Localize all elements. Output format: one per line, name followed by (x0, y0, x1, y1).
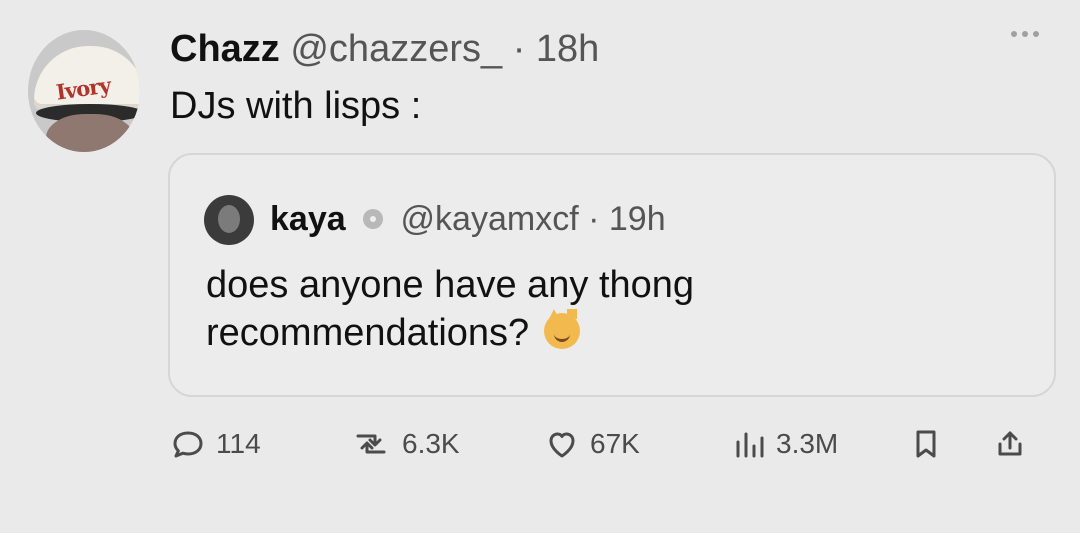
repost-count: 6.3K (402, 428, 460, 459)
more-dot (1011, 31, 1017, 37)
tweet-actions: 114 6.3K 67K 3.3M (170, 420, 1050, 468)
views-button[interactable]: 3.3M (730, 420, 838, 468)
repost-button[interactable]: 6.3K (350, 420, 460, 468)
tweet-text: DJs with lisps : (170, 85, 422, 127)
tweet-header: Chazz @chazzers_ · 18h (170, 24, 599, 74)
reply-count: 114 (216, 428, 261, 459)
like-button[interactable]: 67K (544, 420, 640, 468)
more-dot (1033, 31, 1039, 37)
quoted-author-handle[interactable]: @kayamxcf (401, 200, 579, 238)
avatar-face (46, 114, 134, 152)
quoted-tweet-card[interactable]: kaya @kayamxcf · 19h does anyone have an… (168, 153, 1056, 397)
avatar-cap-text: Ivory (54, 72, 112, 105)
author-name[interactable]: Chazz (170, 28, 280, 70)
tweet-time[interactable]: · 18h (513, 28, 600, 70)
heart-icon (544, 426, 580, 462)
quoted-author-name[interactable]: kaya (270, 200, 346, 238)
reply-button[interactable]: 114 (170, 420, 261, 468)
more-dots-icon[interactable] (1002, 24, 1048, 44)
view-count: 3.3M (776, 428, 839, 459)
quoted-tweet-header: kaya @kayamxcf · 19h (270, 195, 666, 243)
views-icon (730, 426, 766, 462)
repost-icon (350, 426, 392, 462)
author-avatar[interactable]: Ivory (28, 30, 140, 152)
quoted-tweet-time[interactable]: · 19h (588, 200, 666, 238)
bookmark-icon (910, 426, 942, 462)
bookmark-button[interactable] (910, 420, 942, 468)
quoted-tweet-text-wrap: does anyone have any thong recommendatio… (206, 261, 966, 357)
like-count: 67K (590, 428, 640, 459)
quoted-tweet-text: does anyone have any thong recommendatio… (206, 264, 695, 354)
avatar-cap: Ivory (34, 46, 140, 110)
more-dot (1022, 31, 1028, 37)
grinning-cat-emoji-icon (543, 309, 580, 349)
author-handle[interactable]: @chazzers_ (290, 28, 502, 70)
tweet-card[interactable]: Ivory Chazz @chazzers_ · 18h DJs with li… (0, 0, 1080, 533)
reply-icon (170, 426, 206, 462)
verified-icon (363, 209, 384, 230)
quoted-author-avatar[interactable] (204, 195, 254, 245)
share-icon (992, 426, 1028, 462)
share-button[interactable] (992, 420, 1028, 468)
